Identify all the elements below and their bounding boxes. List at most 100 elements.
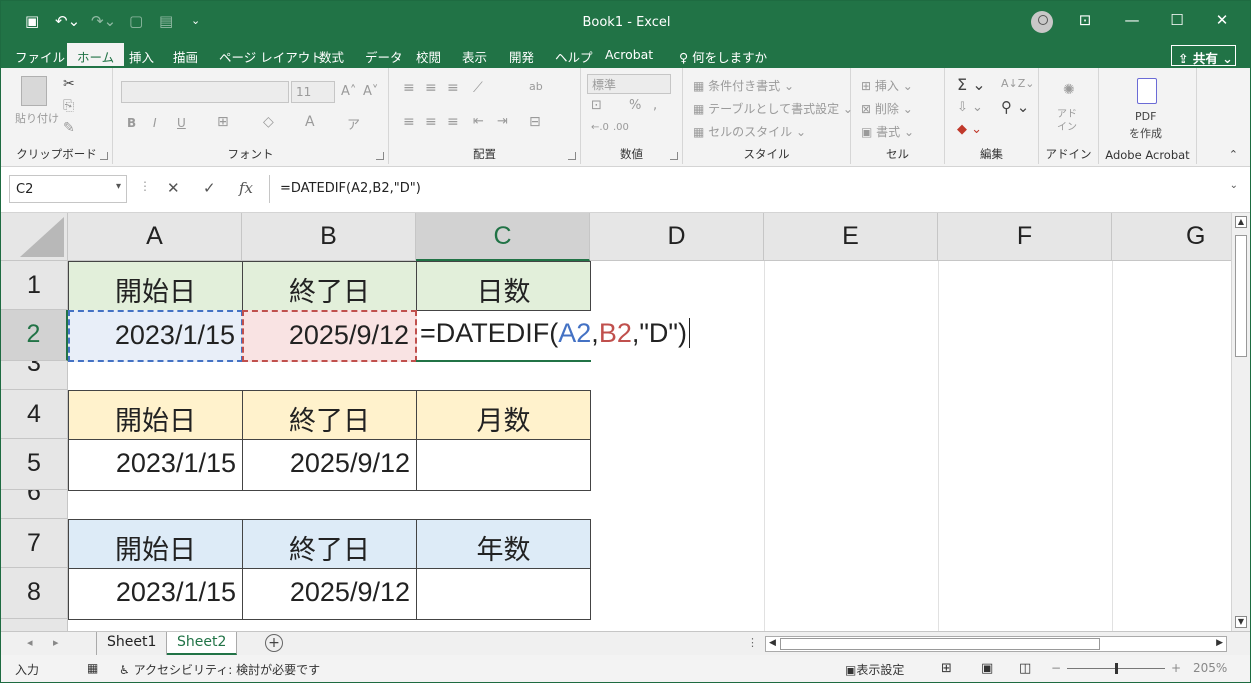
- row-header-2[interactable]: 2: [1, 310, 68, 361]
- number-launcher-icon[interactable]: [670, 152, 678, 160]
- format-painter-icon[interactable]: ✎: [63, 120, 75, 136]
- cancel-entry-icon[interactable]: ✕: [167, 179, 180, 197]
- splitter-handle-icon[interactable]: ⋮: [747, 636, 758, 649]
- expand-formula-icon[interactable]: ⌄: [1230, 180, 1238, 191]
- tell-me-search[interactable]: ♀ 何をしますか: [679, 47, 767, 66]
- page-break-view-icon[interactable]: ◫: [1019, 661, 1031, 676]
- user-avatar-icon[interactable]: [1031, 11, 1053, 33]
- column-header-d[interactable]: D: [590, 213, 764, 261]
- close-icon[interactable]: ✕: [1212, 11, 1232, 29]
- cell-c8[interactable]: [416, 568, 591, 620]
- align-left-icon[interactable]: ≡: [403, 114, 415, 130]
- conditional-formatting-button[interactable]: ▦ 条件付き書式 ⌄: [693, 77, 794, 94]
- insert-cells-button[interactable]: ⊞ 挿入 ⌄: [861, 77, 913, 94]
- cell-c1[interactable]: 日数: [416, 261, 591, 311]
- minimize-icon[interactable]: —: [1122, 11, 1142, 29]
- delete-cells-button[interactable]: ⊠ 削除 ⌄: [861, 100, 913, 117]
- merge-center-icon[interactable]: ⊟: [529, 114, 541, 130]
- format-cells-button[interactable]: ▣ 書式 ⌄: [861, 123, 914, 140]
- select-all-corner[interactable]: [1, 213, 68, 261]
- grow-font-icon[interactable]: A˄: [341, 84, 356, 99]
- row-header-5[interactable]: 5: [1, 439, 68, 490]
- column-header-b[interactable]: B: [242, 213, 416, 261]
- paste-icon[interactable]: [21, 76, 47, 106]
- clipboard-launcher-icon[interactable]: [100, 152, 108, 160]
- scroll-up-icon[interactable]: ▲: [1235, 216, 1247, 228]
- row-header-9[interactable]: [1, 619, 68, 631]
- tab-file[interactable]: ファイル: [15, 47, 65, 66]
- tab-data[interactable]: データ: [365, 47, 403, 66]
- zoom-level[interactable]: 205%: [1193, 661, 1227, 675]
- fill-icon[interactable]: ⇩ ⌄: [957, 100, 983, 115]
- align-right-icon[interactable]: ≡: [447, 114, 459, 130]
- cell-b8[interactable]: 2025/9/12: [242, 568, 417, 620]
- cell-a1[interactable]: 開始日: [68, 261, 243, 311]
- insert-function-icon[interactable]: fx: [239, 179, 253, 197]
- row-header-1[interactable]: 1: [1, 261, 68, 310]
- horizontal-scroll-thumb[interactable]: [780, 638, 1100, 650]
- cell-b5[interactable]: 2025/9/12: [242, 439, 417, 491]
- scroll-left-icon[interactable]: ◀: [769, 638, 776, 648]
- accounting-icon[interactable]: ⊡: [591, 98, 602, 113]
- macro-record-icon[interactable]: ▦: [87, 661, 98, 675]
- tab-view[interactable]: 表示: [462, 47, 487, 66]
- italic-button[interactable]: I: [153, 116, 157, 130]
- sort-filter-icon[interactable]: A↓Z⌄: [1001, 77, 1035, 90]
- maximize-icon[interactable]: ☐: [1167, 11, 1187, 29]
- align-middle-icon[interactable]: ≡: [425, 80, 437, 96]
- paste-button[interactable]: 貼り付け: [15, 110, 59, 126]
- phonetic-icon[interactable]: ア: [347, 114, 360, 133]
- prev-sheet-icon[interactable]: ◂: [27, 636, 33, 649]
- create-pdf-button[interactable]: を作成: [1129, 125, 1162, 141]
- increase-indent-icon[interactable]: ⇥: [497, 114, 508, 129]
- column-header-a[interactable]: A: [68, 213, 242, 261]
- orientation-icon[interactable]: ⟋: [473, 80, 483, 96]
- tab-page-layout[interactable]: ページ レイアウト: [219, 47, 323, 66]
- sheet-tab-sheet1[interactable]: Sheet1: [96, 632, 168, 655]
- addins-icon[interactable]: ✺: [1063, 82, 1075, 98]
- cut-icon[interactable]: ✂: [63, 76, 75, 92]
- ribbon-display-icon[interactable]: ⊡: [1075, 11, 1095, 29]
- normal-view-icon[interactable]: ⊞: [941, 661, 952, 676]
- tab-formulas[interactable]: 数式: [319, 47, 344, 66]
- copy-icon[interactable]: ⎘: [63, 98, 74, 114]
- font-size-combo[interactable]: 11: [291, 81, 335, 103]
- scroll-down-icon[interactable]: ▼: [1235, 616, 1247, 628]
- comma-style-icon[interactable]: ,: [653, 98, 657, 113]
- tab-insert[interactable]: 挿入: [129, 47, 154, 66]
- align-bottom-icon[interactable]: ≡: [447, 80, 459, 96]
- column-header-c[interactable]: C: [416, 213, 590, 261]
- percent-style-button[interactable]: %: [629, 98, 641, 113]
- row-header-7[interactable]: 7: [1, 519, 68, 568]
- cell-b2[interactable]: 2025/9/12: [242, 310, 417, 362]
- zoom-slider-thumb[interactable]: [1115, 663, 1118, 674]
- align-top-icon[interactable]: ≡: [403, 80, 415, 96]
- sheet-tab-sheet2[interactable]: Sheet2: [167, 632, 238, 655]
- zoom-out-icon[interactable]: −: [1051, 661, 1061, 675]
- confirm-entry-icon[interactable]: ✓: [203, 179, 216, 197]
- vertical-scroll-thumb[interactable]: [1235, 235, 1247, 357]
- column-header-g[interactable]: G: [1112, 213, 1231, 261]
- cell-b7[interactable]: 終了日: [242, 519, 417, 569]
- bold-button[interactable]: B: [127, 116, 136, 130]
- cell-a7[interactable]: 開始日: [68, 519, 243, 569]
- cell-c4[interactable]: 月数: [416, 390, 591, 440]
- font-color-icon[interactable]: A: [305, 114, 315, 130]
- formula-input[interactable]: =DATEDIF(A2,B2,"D") ⌄: [269, 175, 1246, 203]
- row-header-8[interactable]: 8: [1, 568, 68, 619]
- collapse-ribbon-icon[interactable]: ⌃: [1229, 148, 1238, 161]
- fill-color-icon[interactable]: ◇: [263, 114, 274, 130]
- wrap-text-icon[interactable]: ab: [529, 80, 543, 93]
- shrink-font-icon[interactable]: A˅: [363, 84, 378, 99]
- display-settings-button[interactable]: ▣表示設定: [845, 661, 904, 678]
- add-sheet-icon[interactable]: +: [265, 634, 283, 652]
- name-box[interactable]: C2 ▾: [9, 175, 127, 203]
- cell-c7[interactable]: 年数: [416, 519, 591, 569]
- pdf-label[interactable]: PDF: [1135, 110, 1156, 123]
- cell-a5[interactable]: 2023/1/15: [68, 439, 243, 491]
- horizontal-scrollbar[interactable]: ◀ ▶: [765, 636, 1227, 652]
- cell-c2-editing[interactable]: =DATEDIF(A2,B2,"D"): [416, 310, 691, 362]
- tab-acrobat[interactable]: Acrobat: [605, 47, 653, 62]
- cell-a2[interactable]: 2023/1/15: [68, 310, 243, 362]
- next-sheet-icon[interactable]: ▸: [53, 636, 59, 649]
